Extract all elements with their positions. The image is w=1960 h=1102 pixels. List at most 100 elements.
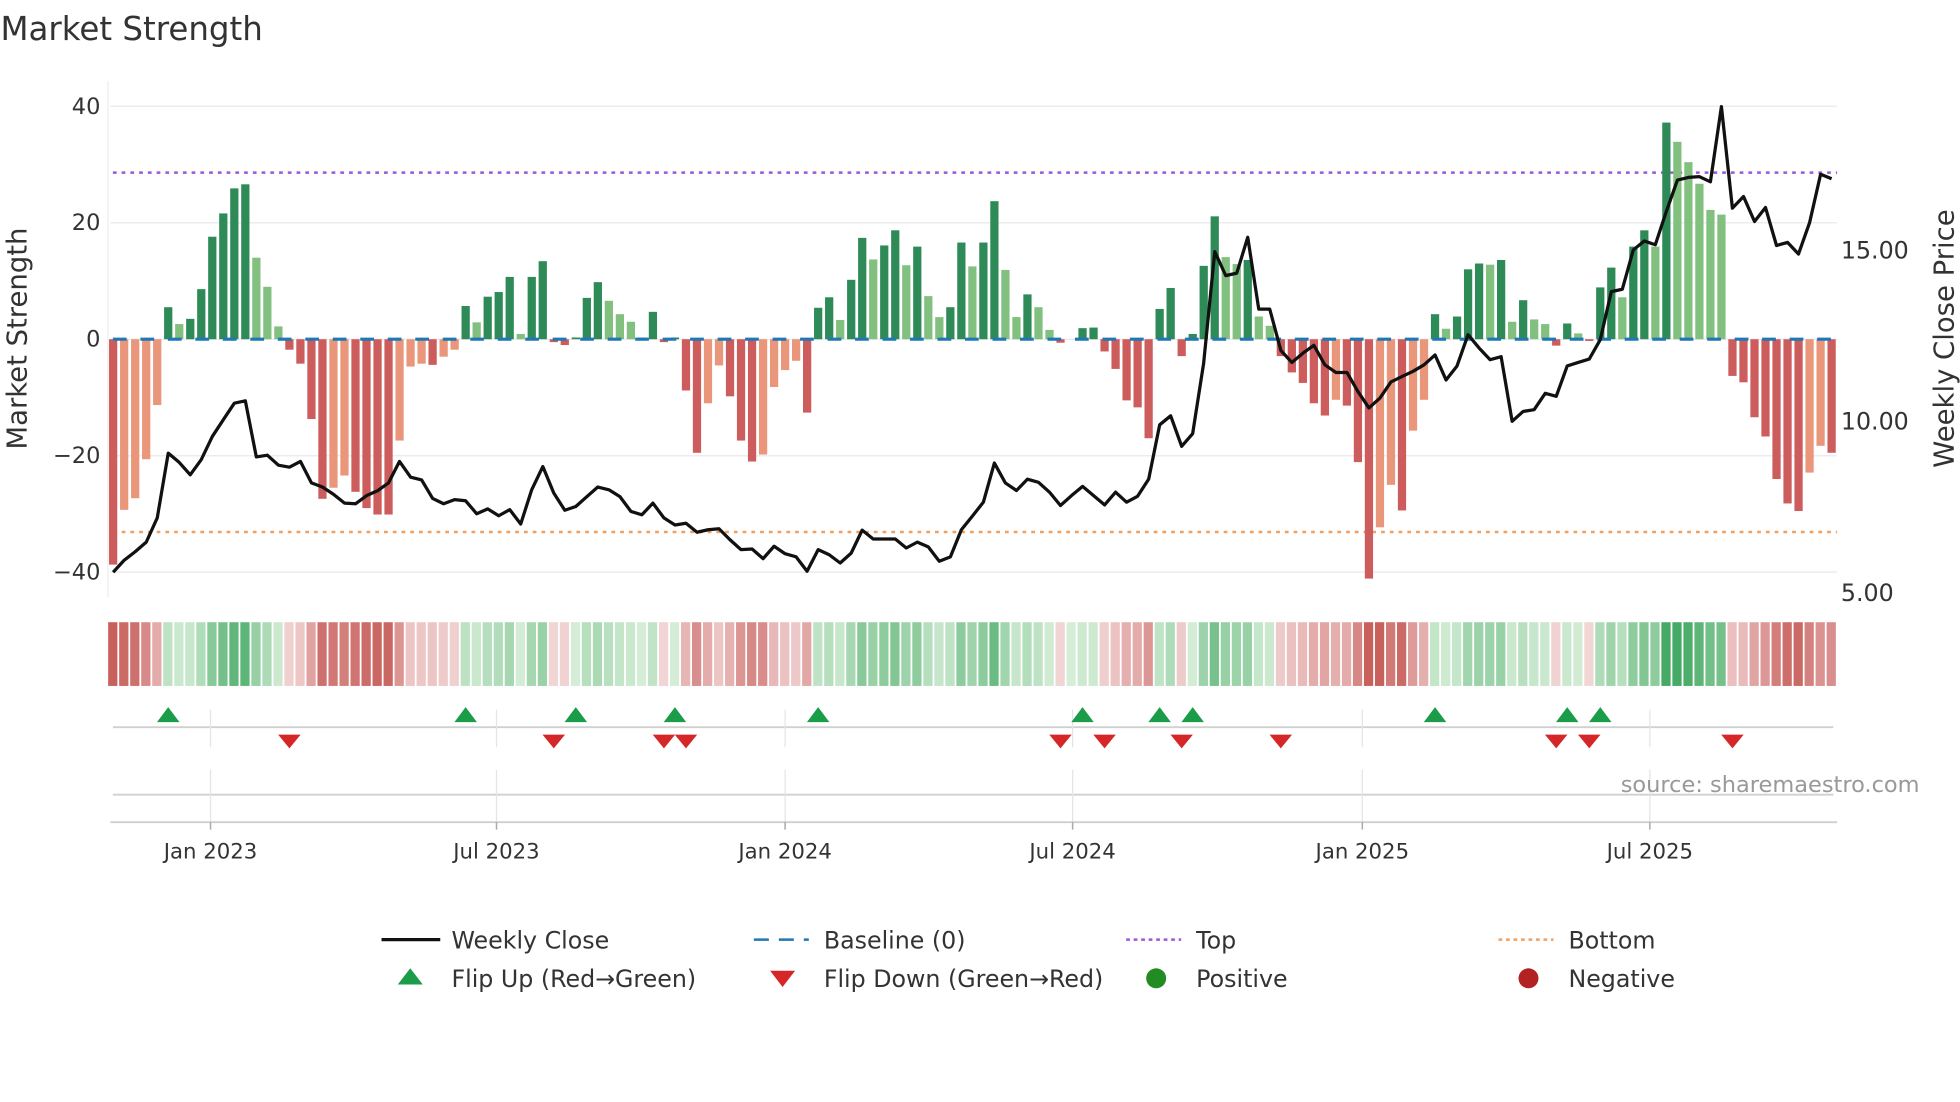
heat-strip-cell: [592, 622, 603, 686]
heat-strip-cell: [273, 622, 283, 686]
heat-strip-cell: [1584, 622, 1594, 686]
heat-strip-cell: [923, 622, 933, 686]
y2-axis-label: Weekly Close Price: [1928, 209, 1960, 467]
strength-bar: [615, 314, 624, 340]
heat-strip-cell: [416, 622, 426, 686]
heat-strip-cell: [1341, 622, 1352, 686]
heat-strip-cell: [725, 622, 735, 686]
strength-bar: [847, 279, 856, 340]
strength-bar: [1375, 339, 1385, 528]
flip-up-icon: [1181, 707, 1204, 723]
heat-strip-cell: [119, 622, 129, 686]
heat-strip-cell: [846, 622, 856, 686]
strength-bar: [406, 339, 415, 367]
strength-bar: [1618, 297, 1627, 340]
strength-bar: [241, 184, 250, 340]
strength-bar: [329, 339, 338, 488]
legend-label: Bottom: [1568, 926, 1655, 954]
strength-bar: [1089, 327, 1098, 340]
strength-bar: [1133, 339, 1142, 408]
strength-bar: [803, 339, 812, 413]
heat-strip-cell: [1000, 622, 1010, 686]
y2-tick-label: 15.00: [1841, 237, 1909, 265]
heat-strip-cell: [1507, 622, 1517, 686]
strength-bar: [1287, 339, 1296, 373]
strength-bar: [990, 201, 999, 340]
strength-bar: [1761, 339, 1770, 437]
strength-bar: [1673, 141, 1682, 340]
strength-bar: [527, 276, 536, 340]
strength-bar: [417, 339, 426, 364]
strength-bar: [1155, 308, 1164, 340]
strength-bar: [736, 339, 746, 441]
strength-bar: [747, 339, 757, 462]
market-strength-chart: Market Strength 40 20 0 −20 −40 15.00 10.00 5.0…: [0, 10, 1960, 993]
heat-strip-cell: [295, 622, 305, 686]
heat-strip-cell: [1672, 622, 1682, 686]
heat-strip-cell: [493, 622, 503, 686]
strength-bar: [1640, 230, 1649, 340]
strength-bar: [1519, 300, 1528, 340]
heat-strip-cell: [570, 622, 581, 686]
heat-strip-cell: [262, 622, 272, 686]
heat-strip-cell: [978, 622, 988, 686]
heat-strip-cell: [669, 622, 680, 686]
y-tick-label: −40: [53, 560, 100, 586]
flip-down-icon: [1578, 734, 1601, 749]
heat-strip-cell: [1463, 622, 1473, 686]
heat-strip-cell: [1738, 622, 1748, 686]
heat-strip-cell: [1209, 622, 1219, 686]
heat-strip-cell: [1595, 622, 1605, 686]
x-tick-label: Jan 2025: [1314, 839, 1410, 864]
flip-down-icon: [1170, 734, 1193, 749]
strength-bar: [340, 339, 349, 476]
strength-bar: [725, 339, 735, 397]
heat-strip-cell: [361, 622, 371, 686]
heat-strip-cell: [1022, 622, 1032, 686]
heat-strip-cell: [879, 622, 889, 686]
heat-strip-cell: [1551, 622, 1561, 686]
heat-strip-cell: [1441, 622, 1451, 686]
strength-bar: [1111, 339, 1120, 369]
heat-strip-cell: [1716, 622, 1726, 686]
heat-strip-cell: [1573, 622, 1583, 686]
flip-up-icon: [1589, 707, 1612, 723]
strength-bar: [703, 339, 713, 404]
heat-strip-cell: [1529, 622, 1539, 686]
strength-bar: [296, 339, 305, 364]
strength-bar: [1166, 287, 1175, 340]
strength-bar: [571, 337, 580, 340]
heat-strip-cell: [1297, 622, 1308, 686]
heat-strip-cell: [1231, 622, 1242, 686]
strength-bar: [318, 339, 327, 499]
strength-bar: [1386, 339, 1396, 485]
strength-bar: [1441, 328, 1451, 340]
legend-label: Weekly Close: [451, 926, 609, 954]
heat-strip-cell: [1385, 622, 1396, 686]
heat-strip-cell: [207, 622, 217, 686]
strength-bar: [1497, 260, 1506, 340]
source-label: source: sharemaestro.com: [1621, 772, 1920, 798]
heat-strip-cell: [251, 622, 261, 686]
heat-strip-cell: [130, 622, 140, 686]
heat-strip-cell: [1793, 622, 1803, 686]
heat-strip-cell: [1319, 622, 1330, 686]
heat-strip-cell: [658, 622, 669, 686]
heat-strip-cell: [1220, 622, 1230, 686]
legend-label: Top: [1195, 926, 1236, 954]
strength-bar: [197, 289, 206, 340]
heat-strip-cell: [890, 622, 900, 686]
strength-bar: [1122, 339, 1131, 401]
flip-up-icon: [564, 707, 588, 723]
heat-strip-cell: [1419, 622, 1429, 686]
strength-bar: [1706, 209, 1715, 340]
strength-bar: [1474, 263, 1484, 340]
strength-bar: [450, 339, 459, 350]
heat-strip-cell: [1033, 622, 1043, 686]
strength-bar: [858, 237, 867, 340]
strength-bar: [891, 230, 900, 340]
strength-bar: [164, 307, 173, 340]
strength-bar: [1827, 339, 1836, 453]
strength-bar: [593, 282, 602, 340]
strength-bar: [153, 339, 162, 406]
